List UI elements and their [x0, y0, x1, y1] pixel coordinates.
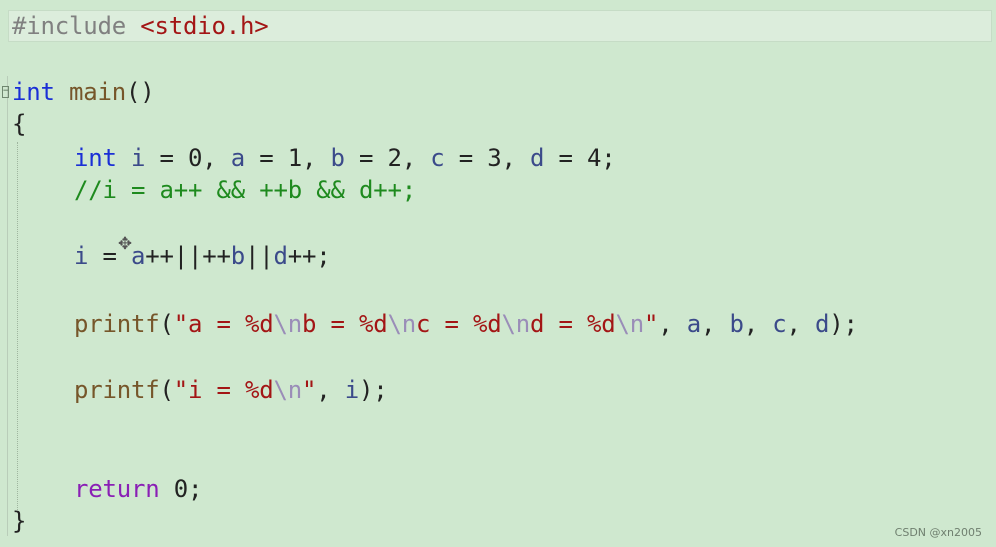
escape-newline: \n — [273, 376, 303, 404]
type-keyword: int — [74, 144, 117, 172]
arg-i: i — [344, 376, 359, 404]
assign-op: = — [245, 144, 288, 172]
comma: , — [202, 144, 231, 172]
format-string-part: "i = %d — [173, 376, 274, 404]
increment-semicolon: ++; — [287, 242, 331, 270]
close-paren-semicolon: ); — [359, 376, 388, 404]
var-a: a — [230, 144, 245, 172]
close-paren-semicolon: ); — [829, 310, 858, 338]
escape-newline: \n — [387, 310, 417, 338]
value-3: 3 — [487, 144, 502, 172]
comma: , — [401, 144, 431, 172]
code-editor[interactable]: − #include <stdio.h> int main() { int i … — [0, 0, 996, 547]
type-keyword: int — [12, 78, 55, 106]
value-4: 4 — [587, 144, 602, 172]
function-name: main — [69, 78, 126, 106]
comma: , — [701, 310, 730, 338]
increment-or-op: ++||++ — [145, 242, 231, 270]
close-brace: } — [12, 507, 27, 535]
include-header: <stdio.h> — [140, 12, 269, 40]
assign-op: = — [145, 144, 188, 172]
comment-text: //i = a++ && ++b && d++; — [74, 176, 416, 204]
assign-op: = — [544, 144, 587, 172]
escape-newline: \n — [615, 310, 645, 338]
comma: , — [302, 144, 331, 172]
open-paren: ( — [159, 376, 174, 404]
arg-c: c — [772, 310, 787, 338]
assign-op: = — [444, 144, 488, 172]
format-string-part: d = %d — [530, 310, 616, 338]
comma: , — [501, 144, 530, 172]
or-op: || — [245, 242, 274, 270]
comma: , — [316, 376, 345, 404]
format-string-part: c = %d — [416, 310, 502, 338]
escape-newline: \n — [273, 310, 303, 338]
format-string-part: b = %d — [302, 310, 388, 338]
code-line-comment[interactable]: //i = a++ && ++b && d++; — [12, 174, 416, 206]
arg-b: b — [729, 310, 744, 338]
var-i: i — [74, 242, 89, 270]
comma: , — [743, 310, 773, 338]
code-line-printf-abcd[interactable]: printf("a = %d\nb = %d\nc = %d\nd = %d\n… — [12, 308, 858, 340]
format-string-part: "a = %d — [173, 310, 274, 338]
return-value: 0 — [173, 475, 188, 503]
var-d: d — [530, 144, 545, 172]
code-line-include[interactable]: #include <stdio.h> — [12, 10, 269, 42]
function-call-printf: printf — [74, 310, 160, 338]
comma: , — [658, 310, 687, 338]
watermark: CSDN @xn2005 — [894, 526, 982, 539]
code-line-logical-or[interactable]: i = a++||++b||d++; — [12, 240, 331, 272]
function-call-printf: printf — [74, 376, 160, 404]
parens: () — [126, 78, 155, 106]
escape-newline: \n — [501, 310, 531, 338]
string-close-quote: " — [644, 310, 659, 338]
fold-collapse-icon[interactable]: − — [2, 86, 9, 98]
return-keyword: return — [74, 475, 160, 503]
code-line-open-brace[interactable]: { — [12, 108, 26, 140]
var-d: d — [273, 242, 288, 270]
var-i: i — [131, 144, 146, 172]
value-0: 0 — [188, 144, 203, 172]
open-brace: { — [12, 110, 27, 138]
string-close-quote: " — [302, 376, 317, 404]
semicolon: ; — [188, 475, 203, 503]
value-1: 1 — [287, 144, 302, 172]
open-paren: ( — [159, 310, 174, 338]
semicolon: ; — [601, 144, 616, 172]
arg-a: a — [686, 310, 701, 338]
move-cursor-icon: ✥ — [118, 230, 132, 255]
code-line-return[interactable]: return 0; — [12, 473, 202, 505]
var-c: c — [430, 144, 445, 172]
value-2: 2 — [387, 144, 402, 172]
assign-op: = — [344, 144, 388, 172]
var-b: b — [330, 144, 345, 172]
comma: , — [786, 310, 815, 338]
arg-d: d — [815, 310, 830, 338]
code-line-close-brace[interactable]: } — [12, 505, 26, 537]
code-line-main-signature[interactable]: int main() — [12, 76, 155, 108]
gutter-divider — [7, 76, 8, 536]
code-line-printf-i[interactable]: printf("i = %d\n", i); — [12, 374, 388, 406]
code-line-declaration[interactable]: int i = 0, a = 1, b = 2, c = 3, d = 4; — [12, 142, 616, 174]
var-b: b — [230, 242, 245, 270]
preprocessor-directive: #include — [12, 12, 126, 40]
